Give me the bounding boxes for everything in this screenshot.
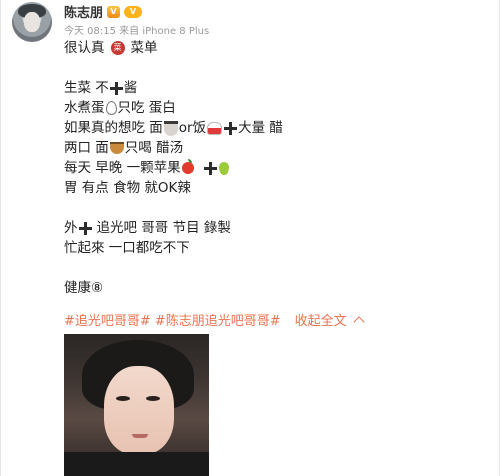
- verified-icon: V: [107, 5, 121, 18]
- content-line: 每天 早晚 一颗苹果: [64, 158, 484, 178]
- post-photo[interactable]: [64, 334, 209, 476]
- egg-icon: [105, 101, 117, 115]
- noodle-icon: [163, 120, 178, 136]
- hashtag-row: #追光吧哥哥# #陈志朋追光吧哥哥# 收起全文: [64, 310, 365, 329]
- left-border: [0, 0, 1, 476]
- content-line: 很认真 菜 菜单: [64, 40, 158, 56]
- vip-level-icon: V: [124, 5, 143, 18]
- content-line: 生菜 不 酱: [64, 80, 138, 96]
- chevron-up-icon[interactable]: [352, 315, 365, 328]
- pear-icon: [218, 161, 229, 175]
- plus-cross-icon: [203, 161, 217, 175]
- hashtag-link[interactable]: #陈志朋追光吧哥哥#: [155, 310, 281, 329]
- post-content: 很认真 菜 菜单 生菜 不 酱 水煮蛋 只吃 蛋白 如果真的想吃 面 or饭 大…: [64, 38, 484, 298]
- bowl-icon: [109, 142, 124, 154]
- hashtag-link[interactable]: #追光吧哥哥#: [64, 310, 151, 329]
- content-line: 忙起來 一口都吃不下: [64, 240, 190, 256]
- username-link[interactable]: 陈志朋: [64, 2, 103, 21]
- post-meta: 今天 08:15 来自 iPhone 8 Plus: [64, 26, 210, 37]
- user-header: 陈志朋 V V: [64, 2, 143, 21]
- collapse-full-text-link[interactable]: 收起全文: [295, 310, 347, 329]
- rice-icon: [207, 121, 223, 135]
- plus-cross-icon: [109, 81, 123, 95]
- content-line: 健康⑧: [64, 280, 104, 296]
- content-line: 水煮蛋 只吃 蛋白: [64, 100, 176, 116]
- content-line: 胃 有点 食物 就OK辣: [64, 180, 191, 196]
- content-line: 外 追光吧 哥哥 节目 錄製: [64, 220, 231, 236]
- apple-icon: [181, 159, 194, 174]
- content-line: 如果真的想吃 面 or饭 大量 醋: [64, 120, 283, 136]
- avatar[interactable]: [12, 2, 52, 42]
- menu-icon: 菜: [110, 41, 125, 55]
- content-line: 两口 面 只喝 醋汤: [64, 140, 184, 156]
- plus-cross-icon: [78, 221, 92, 235]
- plus-cross-icon: [224, 121, 238, 135]
- weibo-post: 陈志朋 V V 今天 08:15 来自 iPhone 8 Plus 很认真 菜 …: [0, 0, 500, 476]
